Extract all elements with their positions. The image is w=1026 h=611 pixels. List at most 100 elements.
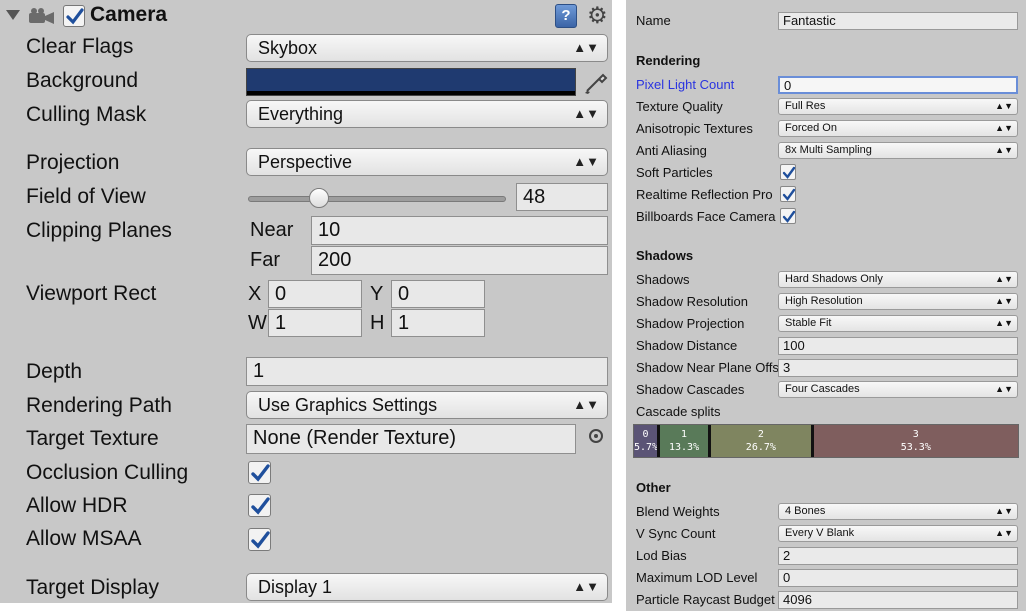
cascade-index: 0 [642, 429, 649, 440]
max-lod-label: Maximum LOD Level [636, 570, 758, 585]
soft-particles-label: Soft Particles [636, 165, 713, 180]
dropdown-arrows-icon: ▲▼ [995, 145, 1013, 155]
checkmark-icon [66, 8, 84, 25]
occlusion-culling-label: Occlusion Culling [26, 461, 189, 484]
target-display-value: Display 1 [258, 577, 333, 597]
anisotropic-value: Forced On [785, 122, 837, 134]
fov-slider-track[interactable] [248, 196, 506, 202]
cascade-segment-3[interactable]: 3 53.3% [810, 425, 1018, 457]
shadow-resolution-dropdown[interactable]: High Resolution ▲▼ [778, 293, 1018, 310]
target-texture-label: Target Texture [26, 427, 159, 450]
viewport-h-label: H [370, 312, 385, 334]
target-display-dropdown[interactable]: Display 1 ▲▼ [246, 573, 608, 601]
rendering-path-dropdown[interactable]: Use Graphics Settings ▲▼ [246, 391, 608, 419]
quality-settings-panel: Name Fantastic Rendering Pixel Light Cou… [626, 0, 1026, 611]
anti-aliasing-dropdown[interactable]: 8x Multi Sampling ▲▼ [778, 142, 1018, 159]
far-field[interactable]: 200 [311, 246, 608, 275]
near-field[interactable]: 10 [311, 216, 608, 245]
viewport-h-field[interactable]: 1 [391, 309, 485, 337]
shadow-near-plane-field[interactable]: 3 [778, 359, 1018, 377]
allow-hdr-label: Allow HDR [26, 494, 128, 517]
object-picker-icon[interactable] [589, 429, 603, 443]
fov-value-field[interactable]: 48 [516, 183, 608, 211]
blend-weights-label: Blend Weights [636, 504, 720, 519]
cascade-segment-0[interactable]: 0 5.7% [634, 425, 659, 457]
checkmark-icon [251, 531, 270, 549]
camera-component-header: Camera ? ⚙ [0, 0, 612, 34]
shadow-cascades-value: Four Cascades [785, 383, 860, 395]
alpha-bar [247, 91, 575, 95]
shadows-dropdown[interactable]: Hard Shadows Only ▲▼ [778, 271, 1018, 288]
particle-raycast-field[interactable]: 4096 [778, 591, 1018, 609]
background-color-field[interactable] [246, 68, 576, 96]
eyedropper-icon[interactable] [582, 66, 610, 96]
depth-field[interactable]: 1 [246, 357, 608, 386]
occlusion-culling-checkbox[interactable] [248, 461, 271, 484]
clear-flags-dropdown[interactable]: Skybox ▲▼ [246, 34, 608, 62]
allow-msaa-label: Allow MSAA [26, 527, 142, 550]
camera-inspector-panel: Camera ? ⚙ Clear Flags Skybox ▲▼ Backgrou… [0, 0, 612, 603]
cascade-segment-2[interactable]: 2 26.7% [708, 425, 811, 457]
max-lod-field[interactable]: 0 [778, 569, 1018, 587]
viewport-x-field[interactable]: 0 [268, 280, 362, 308]
cascade-percent: 5.7% [634, 442, 659, 453]
shadow-projection-dropdown[interactable]: Stable Fit ▲▼ [778, 315, 1018, 332]
vsync-dropdown[interactable]: Every V Blank ▲▼ [778, 525, 1018, 542]
shadow-projection-label: Shadow Projection [636, 316, 745, 331]
viewport-y-field[interactable]: 0 [391, 280, 485, 308]
name-label: Name [636, 13, 671, 28]
allow-hdr-checkbox[interactable] [248, 494, 271, 517]
pixel-light-count-label: Pixel Light Count [636, 77, 735, 92]
cascade-percent: 13.3% [669, 442, 700, 453]
billboards-checkbox[interactable] [780, 208, 796, 224]
camera-icon [29, 8, 54, 24]
dropdown-arrows-icon: ▲▼ [995, 506, 1013, 516]
blend-weights-value: 4 Bones [785, 505, 826, 517]
shadow-cascades-dropdown[interactable]: Four Cascades ▲▼ [778, 381, 1018, 398]
viewport-rect-label: Viewport Rect [26, 282, 157, 305]
cascade-percent: 53.3% [900, 442, 931, 453]
texture-quality-dropdown[interactable]: Full Res ▲▼ [778, 98, 1018, 115]
lod-bias-field[interactable]: 2 [778, 547, 1018, 565]
particle-raycast-label: Particle Raycast Budget [636, 592, 775, 607]
viewport-w-field[interactable]: 1 [268, 309, 362, 337]
dropdown-arrows-icon: ▲▼ [995, 528, 1013, 538]
fov-slider-handle[interactable] [309, 188, 329, 208]
realtime-reflection-label: Realtime Reflection Pro [636, 187, 773, 202]
help-book-icon[interactable]: ? [555, 4, 577, 28]
blend-weights-dropdown[interactable]: 4 Bones ▲▼ [778, 503, 1018, 520]
anisotropic-dropdown[interactable]: Forced On ▲▼ [778, 120, 1018, 137]
pixel-light-count-field[interactable]: 0 [778, 76, 1018, 94]
rendering-path-label: Rendering Path [26, 394, 172, 417]
cascade-segment-1[interactable]: 1 13.3% [657, 425, 709, 457]
cascade-percent: 26.7% [745, 442, 776, 453]
dropdown-arrows-icon: ▲▼ [573, 154, 599, 169]
shadow-cascades-label: Shadow Cascades [636, 382, 745, 397]
clear-flags-value: Skybox [258, 38, 318, 58]
checkmark-icon [251, 464, 270, 482]
foldout-arrow-icon[interactable] [6, 10, 20, 20]
vsync-value: Every V Blank [785, 527, 855, 539]
culling-mask-dropdown[interactable]: Everything ▲▼ [246, 100, 608, 128]
anisotropic-label: Anisotropic Textures [636, 121, 753, 136]
name-field[interactable]: Fantastic [778, 12, 1018, 30]
cascade-index: 2 [757, 429, 764, 440]
shadow-distance-label: Shadow Distance [636, 338, 738, 353]
camera-enabled-checkbox[interactable] [63, 5, 85, 27]
cascade-index: 3 [912, 429, 919, 440]
field-of-view-label: Field of View [26, 185, 146, 208]
soft-particles-checkbox[interactable] [780, 164, 796, 180]
target-texture-field[interactable]: None (Render Texture) [246, 424, 576, 454]
projection-label: Projection [26, 151, 120, 174]
realtime-reflection-checkbox[interactable] [780, 186, 796, 202]
cascade-splits-bar[interactable]: 0 5.7% 1 13.3% 2 26.7% 3 53.3% [633, 424, 1019, 458]
shadows-value: Hard Shadows Only [785, 273, 883, 285]
allow-msaa-checkbox[interactable] [248, 528, 271, 551]
gear-icon[interactable]: ⚙ [587, 2, 608, 29]
dropdown-arrows-icon: ▲▼ [995, 123, 1013, 133]
rendering-header: Rendering [636, 53, 701, 68]
projection-dropdown[interactable]: Perspective ▲▼ [246, 148, 608, 176]
dropdown-arrows-icon: ▲▼ [573, 579, 599, 594]
dropdown-arrows-icon: ▲▼ [995, 296, 1013, 306]
shadow-distance-field[interactable]: 100 [778, 337, 1018, 355]
